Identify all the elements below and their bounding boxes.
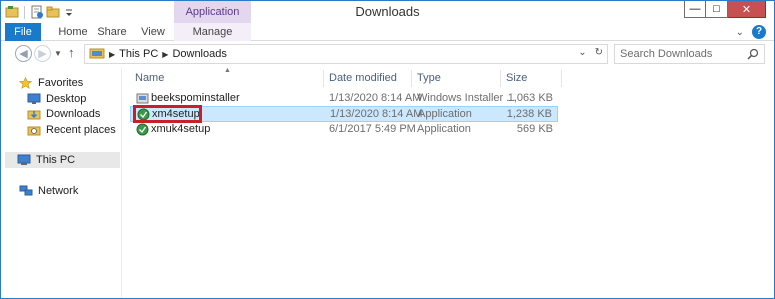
- back-arrow-icon: ◀: [19, 48, 28, 60]
- breadcrumb-separator[interactable]: ▶: [162, 50, 168, 59]
- desktop-icon: [27, 93, 41, 105]
- installer-icon: [136, 92, 149, 105]
- quick-access-toolbar: [5, 4, 76, 20]
- navigation-pane: Favorites Desktop Downloads Recent place…: [1, 67, 122, 298]
- minimize-button[interactable]: —: [684, 1, 706, 18]
- window-controls: — □ ✕: [684, 1, 766, 19]
- toolbar-separator: [24, 5, 25, 19]
- column-headers: Name Date modified Type Size: [130, 70, 562, 87]
- explorer-app-icon[interactable]: [5, 5, 19, 19]
- ribbon-tab-bar: File Home Share View Manage ⌄ ?: [1, 23, 774, 41]
- file-name: xmuk4setup: [151, 123, 211, 135]
- breadcrumb-this-pc[interactable]: This PC: [119, 48, 158, 60]
- nav-item-recent-places[interactable]: Recent places: [27, 122, 116, 138]
- close-button[interactable]: ✕: [728, 1, 766, 18]
- maximize-button[interactable]: □: [706, 1, 728, 18]
- column-header-name[interactable]: Name: [130, 70, 324, 87]
- file-row-selected[interactable]: xm4setup 1/13/2020 8:14 AM Application 1…: [130, 106, 558, 122]
- ribbon-controls: ⌄ ?: [736, 25, 766, 39]
- tab-share[interactable]: Share: [96, 23, 128, 41]
- breadcrumb-separator: ▶: [109, 49, 116, 59]
- file-date: 1/13/2020 8:14 AM: [329, 92, 422, 104]
- nav-item-network[interactable]: Network: [19, 183, 78, 199]
- column-header-size[interactable]: Size: [501, 70, 562, 87]
- file-name: beekspominstaller: [151, 92, 240, 104]
- tab-home[interactable]: Home: [53, 23, 93, 41]
- nav-item-label: Desktop: [46, 93, 87, 105]
- explorer-window: Application Tools Downloads — □ ✕ File H…: [0, 0, 775, 299]
- nav-item-label: Network: [38, 185, 79, 197]
- address-history-dropdown-icon[interactable]: ⌄: [578, 47, 586, 58]
- column-header-type[interactable]: Type: [412, 70, 501, 87]
- file-size: 1,063 KB: [507, 92, 553, 104]
- file-date: 1/13/2020 8:14 AM: [330, 108, 423, 120]
- search-icon[interactable]: [747, 48, 759, 60]
- nav-item-label: This PC: [36, 154, 76, 166]
- file-row[interactable]: xmuk4setup 6/1/2017 5:49 PM Application …: [130, 122, 558, 138]
- nav-item-downloads[interactable]: Downloads: [27, 106, 100, 122]
- refresh-icon[interactable]: ↻: [595, 47, 603, 58]
- downloads-folder-icon: [27, 108, 41, 120]
- nav-item-label: Recent places: [46, 124, 116, 136]
- search-box[interactable]: [614, 44, 765, 64]
- tab-view[interactable]: View: [138, 23, 168, 41]
- customize-qat-icon[interactable]: [62, 5, 76, 19]
- forward-arrow-icon: ▶: [38, 48, 47, 60]
- file-type: Application: [417, 123, 471, 135]
- file-row[interactable]: beekspominstaller 1/13/2020 8:14 AM Wind…: [130, 91, 558, 107]
- computer-icon: [17, 154, 31, 166]
- new-folder-icon[interactable]: [46, 5, 60, 19]
- file-type: Windows Installer ...: [417, 92, 516, 104]
- title-bar[interactable]: Application Tools Downloads — □ ✕: [1, 1, 774, 40]
- recent-places-icon: [27, 124, 41, 136]
- column-header-date[interactable]: Date modified: [324, 70, 412, 87]
- file-size: 569 KB: [516, 123, 553, 135]
- network-icon: [19, 185, 33, 197]
- address-bar[interactable]: ▶ This PC ▶ Downloads ⌄ ↻: [84, 44, 608, 64]
- expand-ribbon-icon[interactable]: ⌄: [736, 27, 744, 38]
- app-icon: [137, 108, 150, 121]
- breadcrumb-downloads[interactable]: Downloads: [172, 48, 226, 60]
- star-icon: [18, 76, 33, 89]
- address-bar-actions: ⌄ ↻: [578, 47, 603, 58]
- nav-item-label: Downloads: [46, 108, 101, 120]
- recent-locations-dropdown[interactable]: ▼: [54, 49, 62, 58]
- app-icon: [136, 123, 149, 136]
- file-type: Application: [418, 108, 472, 120]
- nav-item-desktop[interactable]: Desktop: [27, 91, 86, 107]
- nav-item-favorites[interactable]: Favorites: [18, 75, 84, 91]
- file-size: 1,238 KB: [506, 108, 552, 120]
- help-icon[interactable]: ?: [752, 25, 766, 39]
- file-name: xm4setup: [152, 108, 200, 120]
- application-tools-context-label: Application Tools: [174, 1, 251, 40]
- nav-item-this-pc[interactable]: This PC: [5, 152, 120, 168]
- this-pc-icon: [89, 47, 105, 61]
- file-list: ▲ Name Date modified Type Size beekspomi…: [126, 67, 773, 298]
- file-date: 6/1/2017 5:49 PM: [329, 123, 416, 135]
- up-button[interactable]: ↑: [68, 45, 75, 60]
- window-title: Downloads: [355, 4, 420, 19]
- tab-manage[interactable]: Manage: [174, 23, 251, 41]
- forward-button[interactable]: ▶: [34, 45, 51, 62]
- nav-item-label: Favorites: [38, 77, 84, 89]
- address-row: ◀ ▶ ▼ ↑ ▶ This PC ▶ Downloads ⌄ ↻: [1, 41, 774, 66]
- tab-file[interactable]: File: [5, 23, 41, 41]
- properties-icon[interactable]: [30, 5, 44, 19]
- search-input[interactable]: [615, 45, 740, 63]
- back-button[interactable]: ◀: [15, 45, 32, 62]
